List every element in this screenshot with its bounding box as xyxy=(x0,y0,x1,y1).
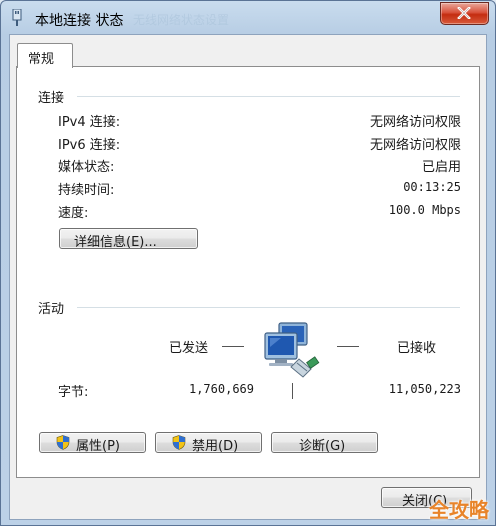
speed-label: 速度: xyxy=(58,206,89,221)
uac-shield-icon xyxy=(172,435,186,450)
duration-value: 00:13:25 xyxy=(403,180,461,194)
received-label: 已接收 xyxy=(397,341,437,356)
details-button-label: 详细信息(E)... xyxy=(74,235,157,250)
diagnose-button-label: 诊断(G) xyxy=(299,439,346,454)
tab-general[interactable]: 常规 xyxy=(17,43,73,68)
sent-label: 已发送 xyxy=(169,341,209,356)
bytes-label: 字节: xyxy=(58,385,89,400)
dialog-client-area: 常规 连接 IPv4 连接: 无网络访问权限 IPv6 连接: 无网络访问权限 … xyxy=(9,34,487,520)
diagnose-button[interactable]: 诊断(G) xyxy=(271,432,378,454)
activity-divider xyxy=(77,307,460,308)
connection-heading: 连接 xyxy=(38,91,65,106)
connection-divider xyxy=(77,96,460,97)
received-dash xyxy=(337,346,359,347)
ipv6-label: IPv6 连接: xyxy=(58,138,121,153)
disable-button-label: 禁用(D) xyxy=(192,439,239,454)
network-adapter-icon xyxy=(12,9,22,26)
window-title: 本地连接 状态 xyxy=(35,13,124,29)
properties-button-label: 属性(P) xyxy=(76,439,120,454)
duration-label: 持续时间: xyxy=(58,183,115,198)
uac-shield-icon xyxy=(56,435,70,450)
properties-button[interactable]: 属性(P) xyxy=(39,432,146,454)
bytes-received-value: 11,050,223 xyxy=(388,382,461,396)
sent-dash xyxy=(222,346,244,347)
bytes-sent-value: 1,760,669 xyxy=(188,382,254,396)
ipv4-value: 无网络访问权限 xyxy=(369,115,461,130)
title-bar[interactable]: 本地连接 状态 无线网络状态设置 xyxy=(1,1,495,35)
close-icon xyxy=(457,7,471,19)
activity-heading: 活动 xyxy=(38,302,65,317)
ipv6-value: 无网络访问权限 xyxy=(369,138,461,153)
details-button[interactable]: 详细信息(E)... xyxy=(59,228,198,250)
media-state-label: 媒体状态: xyxy=(58,160,115,175)
status-window: 本地连接 状态 无线网络状态设置 常规 连接 IPv4 连接: 无网络访问权限 … xyxy=(0,0,496,526)
ghost-window-title: 无线网络状态设置 xyxy=(133,13,230,27)
network-computers-icon xyxy=(264,322,320,378)
disable-button[interactable]: 禁用(D) xyxy=(155,432,262,454)
watermark-logo: 全攻略 xyxy=(429,498,489,522)
ipv4-label: IPv4 连接: xyxy=(58,115,121,130)
speed-value: 100.0 Mbps xyxy=(388,203,461,217)
general-panel: 连接 IPv4 连接: 无网络访问权限 IPv6 连接: 无网络访问权限 媒体状… xyxy=(16,66,480,478)
close-window-button[interactable] xyxy=(440,2,489,25)
tab-general-label: 常规 xyxy=(28,52,55,67)
media-state-value: 已启用 xyxy=(421,160,461,175)
bytes-divider xyxy=(292,383,293,399)
